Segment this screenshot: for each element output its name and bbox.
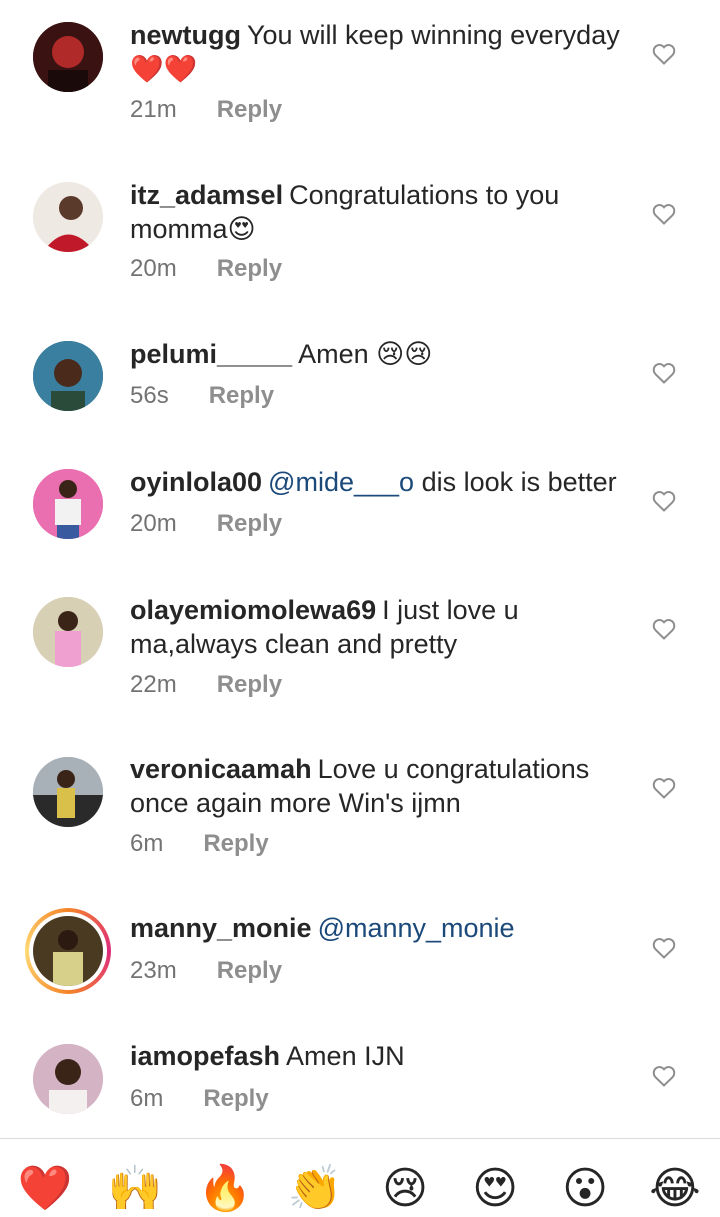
username[interactable]: oyinlola00 <box>130 467 262 497</box>
emoji-fire-button[interactable]: 🔥 <box>197 1161 253 1217</box>
timestamp: 6m <box>130 830 164 857</box>
emoji-clapping-button[interactable]: 👏 <box>287 1161 343 1217</box>
avatar[interactable] <box>33 1044 103 1114</box>
reply-button[interactable]: Reply <box>203 1085 268 1113</box>
comment-text: veronicaamah Love u congratulations once … <box>130 754 590 818</box>
avatar[interactable] <box>33 22 103 92</box>
comment-text: olayemiomolewa69 I just love u ma,always … <box>130 595 519 659</box>
comment-text: itz_adamsel Congratulations to you momma😍 <box>130 180 560 244</box>
comment-meta: 20m Reply <box>130 510 282 538</box>
avatar-story-ring[interactable] <box>25 908 111 994</box>
like-heart-icon[interactable] <box>652 43 676 65</box>
timestamp: 21m <box>130 96 177 123</box>
username[interactable]: manny_monie <box>130 913 312 943</box>
reply-button[interactable]: Reply <box>217 510 282 538</box>
reply-button[interactable]: Reply <box>217 96 282 124</box>
comment-meta: 22m Reply <box>130 671 282 699</box>
timestamp: 20m <box>130 510 177 537</box>
avatar[interactable] <box>33 757 103 827</box>
mention-link[interactable]: @mide___o <box>268 467 414 497</box>
username[interactable]: newtugg <box>130 20 241 50</box>
avatar <box>33 916 103 986</box>
like-heart-icon[interactable] <box>652 490 676 512</box>
reply-button[interactable]: Reply <box>217 255 282 283</box>
username[interactable]: iamopefash <box>130 1041 280 1071</box>
comment-text: pelumi_____ Amen 😢😢 <box>130 339 433 369</box>
comment-meta: 56s Reply <box>130 382 274 410</box>
like-heart-icon[interactable] <box>652 618 676 640</box>
mention-link[interactable]: @manny_monie <box>318 913 515 943</box>
emoji-heart-button[interactable]: ❤️ <box>17 1161 73 1217</box>
comment-meta: 20m Reply <box>130 255 282 283</box>
timestamp: 20m <box>130 255 177 282</box>
like-heart-icon[interactable] <box>652 937 676 959</box>
emoji-heart-eyes-button[interactable]: 😍 <box>467 1161 523 1217</box>
timestamp: 22m <box>130 671 177 698</box>
avatar[interactable] <box>33 469 103 539</box>
like-heart-icon[interactable] <box>652 362 676 384</box>
emoji-reaction-bar: ❤️ 🙌 🔥 👏 😢 😍 😮 😂 <box>0 1139 720 1213</box>
timestamp: 56s <box>130 382 169 409</box>
emoji-raising-hands-button[interactable]: 🙌 <box>107 1161 163 1217</box>
comment-text: oyinlola00 @mide___o dis look is better <box>130 467 617 497</box>
emoji-laughing-button[interactable]: 😂 <box>647 1161 703 1217</box>
emoji-surprised-button[interactable]: 😮 <box>557 1161 613 1217</box>
comment-text: newtugg You will keep winning everyday ❤️… <box>130 20 620 84</box>
avatar[interactable] <box>33 341 103 411</box>
comment-text: iamopefash Amen IJN <box>130 1041 405 1071</box>
comment-text: manny_monie @manny_monie <box>130 911 630 945</box>
like-heart-icon[interactable] <box>652 203 676 225</box>
username[interactable]: pelumi_____ <box>130 339 292 369</box>
like-heart-icon[interactable] <box>652 1065 676 1087</box>
username[interactable]: olayemiomolewa69 <box>130 595 376 625</box>
timestamp: 6m <box>130 1085 164 1112</box>
avatar[interactable] <box>33 182 103 252</box>
username[interactable]: itz_adamsel <box>130 180 283 210</box>
timestamp: 23m <box>130 957 177 984</box>
reply-button[interactable]: Reply <box>209 382 274 410</box>
emoji-crying-button[interactable]: 😢 <box>377 1161 433 1217</box>
comment-meta: 6m Reply <box>130 1085 269 1113</box>
reply-button[interactable]: Reply <box>217 957 282 985</box>
reply-button[interactable]: Reply <box>203 830 268 858</box>
comment-meta: 23m Reply <box>130 957 282 985</box>
comment-meta: 21m Reply <box>130 96 282 124</box>
avatar[interactable] <box>33 597 103 667</box>
comment-meta: 6m Reply <box>130 830 269 858</box>
like-heart-icon[interactable] <box>652 777 676 799</box>
username[interactable]: veronicaamah <box>130 754 312 784</box>
reply-button[interactable]: Reply <box>217 671 282 699</box>
